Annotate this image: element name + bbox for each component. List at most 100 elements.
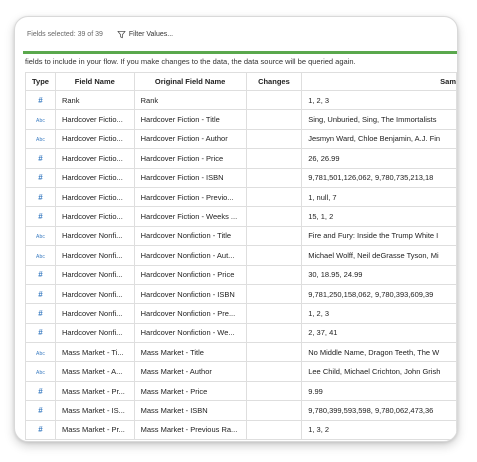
original-field-name-cell[interactable]: Hardcover Fiction - Title xyxy=(133,109,247,130)
changes-cell[interactable] xyxy=(245,245,303,266)
sample-values-cell[interactable]: 2, 37, 41 xyxy=(301,322,457,344)
table-row[interactable]: # Hardcover Nonfi... Hardcover Nonfiction … xyxy=(25,264,457,285)
changes-cell[interactable] xyxy=(245,109,303,130)
changes-cell[interactable] xyxy=(245,342,303,363)
changes-cell[interactable] xyxy=(245,148,303,169)
original-field-name-cell[interactable]: Hardcover Nonfiction - Aut... xyxy=(133,245,247,266)
original-field-name-cell[interactable]: Hardcover Nonfiction - Pre... xyxy=(133,303,247,324)
changes-cell[interactable] xyxy=(245,186,303,208)
field-name-cell[interactable]: Hardcover Nonfi... xyxy=(54,264,135,285)
table-row[interactable]: Abc Hardcover Nonfi... Hardcover Nonfictio… xyxy=(25,245,457,266)
field-name-cell[interactable]: Hardcover Fictio... xyxy=(54,167,135,188)
table-row[interactable]: # Rank Rank 1, 2, 3 xyxy=(25,89,457,111)
table-row[interactable]: Abc Hardcover Nonfi... Hardcover Nonfictio… xyxy=(25,225,457,247)
field-name-cell[interactable]: Hardcover Fictio... xyxy=(54,148,135,169)
changes-cell[interactable] xyxy=(245,400,303,421)
original-field-name-cell[interactable]: Mass Market - Price xyxy=(133,380,247,402)
table-row[interactable]: # Hardcover Fictio... Hardcover Fiction - … xyxy=(25,167,457,188)
sample-values-cell[interactable]: 9.99 xyxy=(301,380,457,402)
table-row[interactable]: Abc Mass Market - A... Mass Market - Autho… xyxy=(25,361,457,382)
table-row[interactable]: # Mass Market - IS... Mass Market - ISBN 9,… xyxy=(25,400,457,421)
table-row[interactable]: Abc Hardcover Fictio... Hardcover Fiction … xyxy=(25,109,457,130)
changes-cell[interactable] xyxy=(245,380,303,402)
sample-values-cell[interactable]: Fire and Fury: Inside the Trump White I xyxy=(301,225,457,247)
field-name-cell[interactable]: Hardcover Fictio... xyxy=(54,128,135,150)
field-name-cell[interactable]: Mass Market - IS... xyxy=(54,400,135,421)
sample-values-cell[interactable]: Jesmyn Ward, Chloe Benjamin, A.J. Fin xyxy=(301,128,457,150)
header-field-name[interactable]: Field Name xyxy=(54,72,135,91)
table-row[interactable]: # Mass Market - Pr... Mass Market - Previo… xyxy=(25,419,457,441)
table-row[interactable]: # Hardcover Fictio... Hardcover Fiction - … xyxy=(25,186,457,208)
original-field-name-cell[interactable]: Hardcover Fiction - Weeks ... xyxy=(133,206,247,227)
header-changes[interactable]: Changes xyxy=(245,72,303,91)
original-field-name-cell[interactable]: Hardcover Nonfiction - ISBN xyxy=(133,283,247,305)
original-field-name-cell[interactable]: Mass Market - Author xyxy=(133,361,247,382)
sample-values-cell[interactable]: 9,781,250,158,062, 9,780,393,609,39 xyxy=(301,283,457,305)
sample-values-cell[interactable]: 9,781,501,126,062, 9,780,735,213,18 xyxy=(301,167,457,188)
header-sample-values[interactable]: Sam xyxy=(301,72,457,91)
original-field-name-cell[interactable]: Hardcover Fiction - Price xyxy=(133,148,247,169)
original-field-name-cell[interactable]: Hardcover Nonfiction - Title xyxy=(133,225,247,247)
table-row[interactable]: Abc Mass Market - Ti... Mass Market - Titl… xyxy=(25,342,457,363)
sample-values-cell[interactable]: Sing, Unburied, Sing, The Immortalists xyxy=(301,109,457,130)
field-name-cell[interactable]: Mass Market - A... xyxy=(54,361,135,382)
changes-cell[interactable] xyxy=(245,419,303,441)
table-row[interactable]: # Hardcover Fictio... Hardcover Fiction - … xyxy=(25,148,457,169)
changes-cell[interactable] xyxy=(245,322,303,344)
type-cell: # xyxy=(25,206,56,227)
table-row[interactable]: Abc Hardcover Fictio... Hardcover Fiction … xyxy=(25,128,457,150)
sample-values-cell[interactable]: No Middle Name, Dragon Teeth, The W xyxy=(301,342,457,363)
changes-cell[interactable] xyxy=(245,206,303,227)
sample-values-cell[interactable]: 1, 2, 3 xyxy=(301,303,457,324)
original-field-name-cell[interactable]: Hardcover Fiction - Previo... xyxy=(133,186,247,208)
sample-values-cell[interactable]: 1, null, 7 xyxy=(301,186,457,208)
field-name-cell[interactable]: Hardcover Fictio... xyxy=(54,186,135,208)
table-row[interactable]: # Hardcover Fictio... Hardcover Fiction - … xyxy=(25,206,457,227)
table-row[interactable]: # Hardcover Nonfi... Hardcover Nonfiction … xyxy=(25,303,457,324)
accent-divider xyxy=(23,51,457,54)
sample-values-cell[interactable]: 15, 1, 2 xyxy=(301,206,457,227)
field-name-cell[interactable]: Hardcover Nonfi... xyxy=(54,322,135,344)
type-cell: # xyxy=(25,322,56,344)
changes-cell[interactable] xyxy=(245,225,303,247)
changes-cell[interactable] xyxy=(245,89,303,111)
original-field-name-cell[interactable]: Hardcover Nonfiction - We... xyxy=(133,322,247,344)
original-field-name-cell[interactable]: Mass Market - Previous Ra... xyxy=(133,419,247,441)
original-field-name-cell[interactable]: Mass Market - Title xyxy=(133,342,247,363)
field-name-cell[interactable]: Hardcover Fictio... xyxy=(54,206,135,227)
field-name-cell[interactable]: Hardcover Nonfi... xyxy=(54,245,135,266)
original-field-name-cell[interactable]: Mass Market - ISBN xyxy=(133,400,247,421)
field-name-cell[interactable]: Mass Market - Pr... xyxy=(54,380,135,402)
original-field-name-cell[interactable]: Hardcover Fiction - Author xyxy=(133,128,247,150)
sample-values-cell[interactable]: 1, 3, 2 xyxy=(301,419,457,441)
changes-cell[interactable] xyxy=(245,167,303,188)
field-name-cell[interactable]: Hardcover Nonfi... xyxy=(54,303,135,324)
field-name-cell[interactable]: Mass Market - Ti... xyxy=(54,342,135,363)
sample-values-cell[interactable]: Lee Child, Michael Crichton, John Grish xyxy=(301,361,457,382)
original-field-name-cell[interactable]: Rank xyxy=(133,89,247,111)
changes-cell[interactable] xyxy=(245,283,303,305)
field-name-cell[interactable]: Hardcover Nonfi... xyxy=(54,283,135,305)
field-name-cell[interactable]: Mass Market - Pr... xyxy=(54,419,135,441)
changes-cell[interactable] xyxy=(245,264,303,285)
type-cell: # xyxy=(25,400,56,421)
field-name-cell[interactable]: Rank xyxy=(54,89,135,111)
original-field-name-cell[interactable]: Hardcover Nonfiction - Price xyxy=(133,264,247,285)
changes-cell[interactable] xyxy=(245,128,303,150)
table-row[interactable]: # Mass Market - Pr... Mass Market - Price 9… xyxy=(25,380,457,402)
header-type[interactable]: Type xyxy=(25,72,56,91)
sample-values-cell[interactable]: 9,780,399,593,598, 9,780,062,473,36 xyxy=(301,400,457,421)
field-name-cell[interactable]: Hardcover Fictio... xyxy=(54,109,135,130)
table-row[interactable]: # Hardcover Nonfi... Hardcover Nonfiction … xyxy=(25,322,457,344)
original-field-name-cell[interactable]: Hardcover Fiction - ISBN xyxy=(133,167,247,188)
field-name-cell[interactable]: Hardcover Nonfi... xyxy=(54,225,135,247)
sample-values-cell[interactable]: 26, 26.99 xyxy=(301,148,457,169)
changes-cell[interactable] xyxy=(245,303,303,324)
filter-values-button[interactable]: Filter Values... xyxy=(117,30,173,39)
sample-values-cell[interactable]: 1, 2, 3 xyxy=(301,89,457,111)
table-row[interactable]: # Hardcover Nonfi... Hardcover Nonfiction … xyxy=(25,283,457,305)
header-original-field-name[interactable]: Original Field Name xyxy=(133,72,247,91)
sample-values-cell[interactable]: 30, 18.95, 24.99 xyxy=(301,264,457,285)
changes-cell[interactable] xyxy=(245,361,303,382)
sample-values-cell[interactable]: Michael Wolff, Neil deGrasse Tyson, Mi xyxy=(301,245,457,266)
